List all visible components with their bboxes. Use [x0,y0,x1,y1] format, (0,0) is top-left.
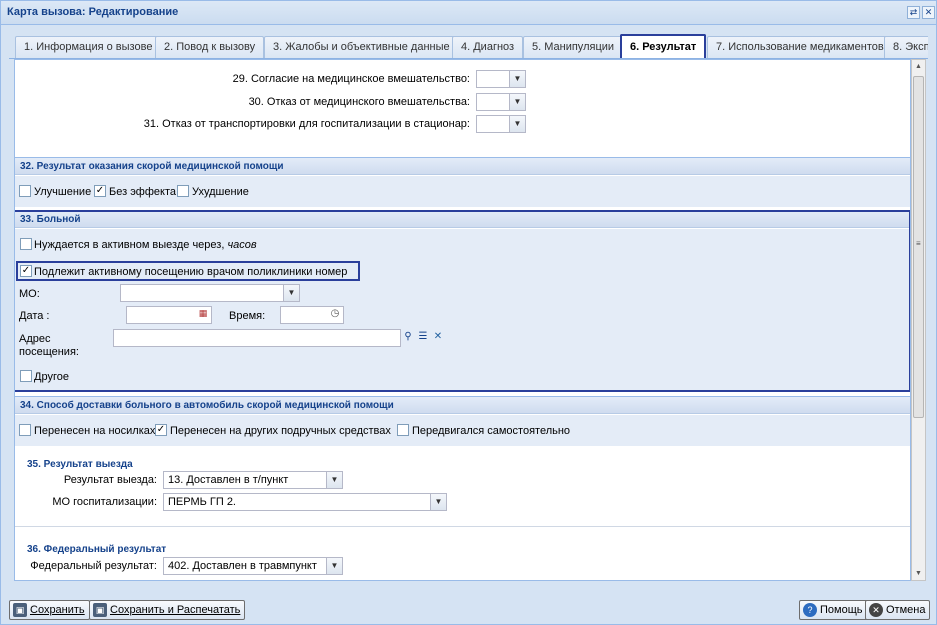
consent-select[interactable]: ▼ [476,70,526,88]
tab-expertise[interactable]: 8. Эксп [884,36,928,58]
scroll-down-icon[interactable]: ▼ [914,570,923,578]
other-means-checkbox[interactable]: ✓ [155,424,167,436]
chevron-down-icon[interactable]: ▼ [430,494,446,510]
tab-diagnosis[interactable]: 4. Диагноз [452,36,524,58]
refusal-transport-select[interactable]: ▼ [476,115,526,133]
trip-result-select[interactable]: 13. Доставлен в т/пункт ▼ [163,471,343,489]
section-33-highlight [15,210,910,392]
grip-icon: ≡ [916,239,921,248]
help-icon: ? [803,603,817,617]
cancel-button[interactable]: ✕ Отмена [865,600,931,620]
footer-toolbar: ▣ Сохранить ▣ Сохранить и Распечатать ? … [1,592,936,624]
section-34-body: Перенесен на носилках ✓ Перенесен на дру… [15,415,910,446]
tab-strip: 1. Информация о вызове 2. Повод к вызову… [9,29,928,59]
tab-manipulations[interactable]: 5. Манипуляции [523,36,624,58]
vertical-scrollbar[interactable]: ▲ ≡ ▼ [911,59,926,581]
tab-result[interactable]: 6. Результат [620,34,707,58]
chevron-down-icon[interactable]: ▼ [509,71,525,87]
worsening-label: Ухудшение [192,186,249,198]
consent-label: 29. Согласие на медицинское вмешательств… [232,73,470,85]
save-icon: ▣ [13,603,27,617]
result-form: 29. Согласие на медицинское вмешательств… [14,59,911,581]
self-moved-checkbox[interactable] [397,424,409,436]
tab-call-info[interactable]: 1. Информация о вызове [15,36,162,58]
window-title: Карта вызова: Редактирование [7,6,179,18]
self-moved-label: Передвигался самостоятельно [412,425,571,437]
improvement-label: Улучшение [34,186,92,198]
save-print-icon: ▣ [93,603,107,617]
chevron-down-icon[interactable]: ▼ [509,116,525,132]
save-print-button[interactable]: ▣ Сохранить и Распечатать [89,600,246,620]
scroll-thumb[interactable]: ≡ [913,76,924,418]
federal-result-select[interactable]: 402. Доставлен в травмпункт ▼ [163,557,343,575]
trip-result-label: Результат выезда: [63,474,157,486]
window-titlebar: Карта вызова: Редактирование ⇄ ✕ [1,1,936,25]
no-effect-checkbox[interactable]: ✓ [94,185,106,197]
divider [15,526,910,527]
section-35-header: 35. Результат выезда [27,459,133,470]
no-effect-label: Без эффекта [109,186,176,198]
polyclinic-highlight [16,261,360,281]
chevron-down-icon[interactable]: ▼ [326,472,342,488]
chevron-down-icon[interactable]: ▼ [326,558,342,574]
tab-call-reason[interactable]: 2. Повод к вызову [155,36,265,58]
save-button[interactable]: ▣ Сохранить [9,600,90,620]
section-34-header: 34. Способ доставки больного в автомобил… [15,396,910,414]
mo-hosp-select[interactable]: ПЕРМЬ ГП 2. ▼ [163,493,447,511]
refusal-intervention-label: 30. Отказ от медицинского вмешательства: [248,96,470,108]
restore-icon[interactable]: ⇄ [907,6,920,19]
federal-result-label: Федеральный результат: [30,560,157,572]
section-32-body: Улучшение ✓ Без эффекта Ухудшение [15,176,910,207]
tab-complaints[interactable]: 3. Жалобы и объективные данные [264,36,459,58]
cancel-icon: ✕ [869,603,883,617]
chevron-down-icon[interactable]: ▼ [509,94,525,110]
refusal-intervention-select[interactable]: ▼ [476,93,526,111]
scroll-up-icon[interactable]: ▲ [914,63,923,71]
close-icon[interactable]: ✕ [922,6,935,19]
mo-hosp-label: МО госпитализации: [52,496,157,508]
section-36-header: 36. Федеральный результат [27,544,167,555]
section-32-header: 32. Результат оказания скорой медицинско… [15,157,910,175]
edit-window: Карта вызова: Редактирование ⇄ ✕ 1. Инфо… [0,0,937,625]
tab-medications[interactable]: 7. Использование медикаментов [707,36,893,58]
stretcher-label: Перенесен на носилках [34,425,156,437]
other-means-label: Перенесен на других подручных средствах [170,425,391,437]
stretcher-checkbox[interactable] [19,424,31,436]
refusal-transport-label: 31. Отказ от транспортировки для госпита… [143,118,470,130]
help-button[interactable]: ? Помощь [799,600,868,620]
worsening-checkbox[interactable] [177,185,189,197]
improvement-checkbox[interactable] [19,185,31,197]
